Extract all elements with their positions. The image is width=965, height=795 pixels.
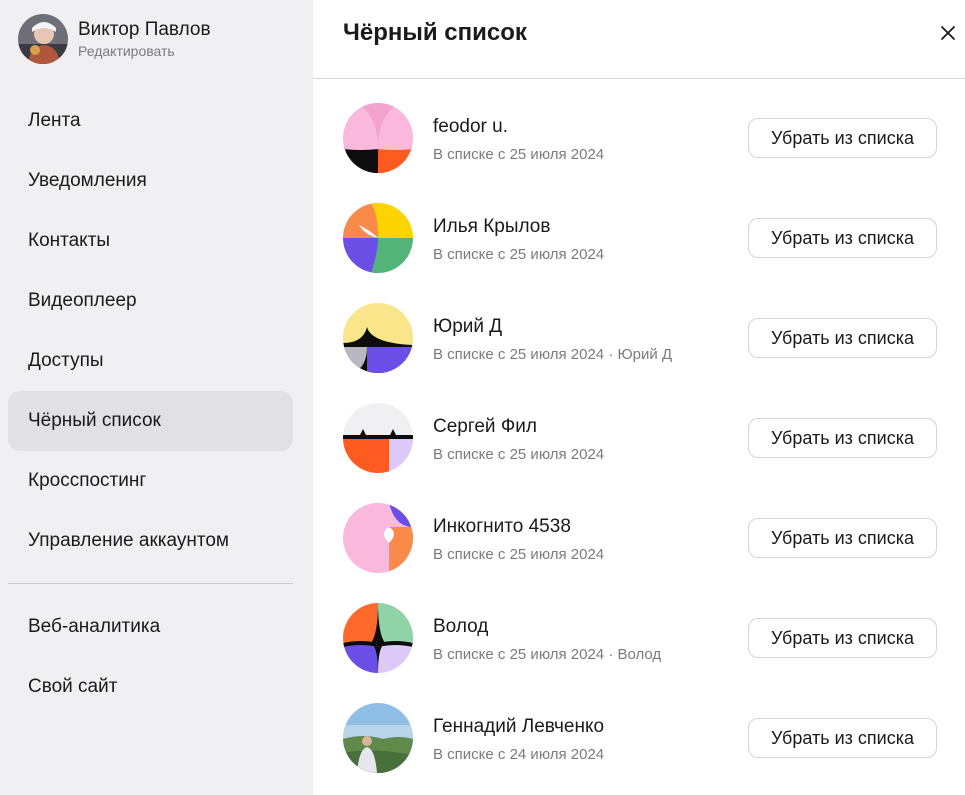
nav-item-own-site[interactable]: Свой сайт bbox=[8, 657, 293, 717]
profile[interactable]: Виктор Павлов Редактировать bbox=[18, 14, 211, 64]
page-title: Чёрный список bbox=[343, 19, 527, 46]
user-avatar[interactable] bbox=[343, 103, 413, 173]
user-avatar[interactable] bbox=[343, 603, 413, 673]
remove-from-list-button[interactable]: Убрать из списка bbox=[748, 718, 937, 758]
blocked-list: feodor u. В списке с 25 июля 2024 Убрать… bbox=[313, 89, 965, 789]
user-blocked-date: В списке с 25 июля 2024 · Волод bbox=[433, 646, 662, 663]
list-item: Волод В списке с 25 июля 2024 · Волод Уб… bbox=[313, 589, 965, 689]
list-item: Илья Крылов В списке с 25 июля 2024 Убра… bbox=[313, 189, 965, 289]
list-item: Сергей Фил В списке с 25 июля 2024 Убрат… bbox=[313, 389, 965, 489]
remove-from-list-button[interactable]: Убрать из списка bbox=[748, 418, 937, 458]
user-name: feodor u. bbox=[433, 116, 508, 137]
user-name: Сергей Фил bbox=[433, 416, 537, 437]
user-name: Илья Крылов bbox=[433, 216, 551, 237]
user-blocked-date: В списке с 25 июля 2024 bbox=[433, 446, 605, 463]
sidebar: Виктор Павлов Редактировать Лента Уведом… bbox=[0, 0, 313, 795]
remove-from-list-button[interactable]: Убрать из списка bbox=[748, 518, 937, 558]
user-blocked-date: В списке с 25 июля 2024 bbox=[433, 146, 605, 163]
panel-header: Чёрный список bbox=[313, 0, 965, 79]
edit-profile-link[interactable]: Редактировать bbox=[78, 42, 211, 60]
list-item: Инкогнито 4538 В списке с 25 июля 2024 У… bbox=[313, 489, 965, 589]
remove-from-list-button[interactable]: Убрать из списка bbox=[748, 218, 937, 258]
user-avatar[interactable] bbox=[343, 203, 413, 273]
nav-item-contacts[interactable]: Контакты bbox=[8, 211, 293, 271]
nav-item-web-analytics[interactable]: Веб-аналитика bbox=[8, 597, 293, 657]
user-avatar[interactable] bbox=[343, 503, 413, 573]
user-name: Инкогнито 4538 bbox=[433, 516, 571, 537]
main-panel: Чёрный список feodor u. В списке с 25 ию… bbox=[313, 0, 965, 795]
list-item: Геннадий Левченко В списке с 24 июля 202… bbox=[313, 689, 965, 789]
nav-item-crossposting[interactable]: Кросспостинг bbox=[8, 451, 293, 511]
user-avatar[interactable] bbox=[343, 303, 413, 373]
nav-item-notifications[interactable]: Уведомления bbox=[8, 151, 293, 211]
user-avatar[interactable] bbox=[343, 703, 413, 773]
user-blocked-date: В списке с 24 июля 2024 bbox=[433, 746, 605, 763]
remove-from-list-button[interactable]: Убрать из списка bbox=[748, 318, 937, 358]
nav-item-blacklist[interactable]: Чёрный список bbox=[8, 391, 293, 451]
remove-from-list-button[interactable]: Убрать из списка bbox=[748, 118, 937, 158]
close-icon bbox=[941, 26, 955, 40]
list-item: feodor u. В списке с 25 июля 2024 Убрать… bbox=[313, 89, 965, 189]
user-name: Волод bbox=[433, 616, 489, 637]
user-blocked-date: В списке с 25 июля 2024 bbox=[433, 546, 605, 563]
nav-item-feed[interactable]: Лента bbox=[8, 91, 293, 151]
close-button[interactable] bbox=[935, 20, 961, 46]
sidebar-nav: Лента Уведомления Контакты Видеоплеер До… bbox=[8, 91, 293, 717]
user-blocked-date: В списке с 25 июля 2024 · Юрий Д bbox=[433, 346, 673, 363]
remove-from-list-button[interactable]: Убрать из списка bbox=[748, 618, 937, 658]
user-avatar[interactable] bbox=[343, 403, 413, 473]
profile-avatar[interactable] bbox=[18, 14, 68, 64]
profile-name: Виктор Павлов bbox=[78, 18, 211, 40]
user-name: Геннадий Левченко bbox=[433, 716, 605, 737]
list-item: Юрий Д В списке с 25 июля 2024 · Юрий Д … bbox=[313, 289, 965, 389]
user-blocked-date: В списке с 25 июля 2024 bbox=[433, 246, 605, 263]
nav-item-video-player[interactable]: Видеоплеер bbox=[8, 271, 293, 331]
user-name: Юрий Д bbox=[433, 316, 503, 337]
nav-item-account-management[interactable]: Управление аккаунтом bbox=[8, 511, 293, 571]
nav-item-access[interactable]: Доступы bbox=[8, 331, 293, 391]
nav-divider bbox=[8, 583, 293, 584]
